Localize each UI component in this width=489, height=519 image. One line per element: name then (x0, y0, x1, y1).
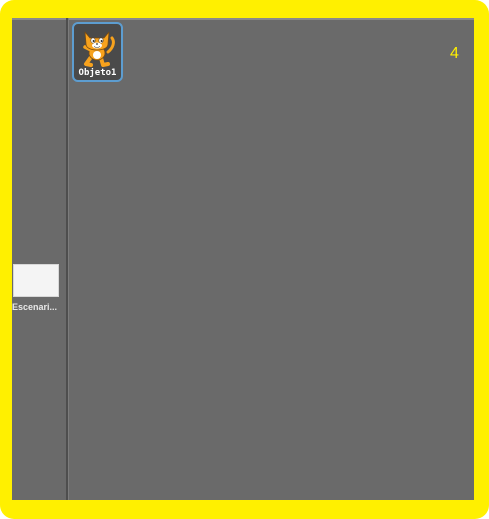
stage-thumbnail[interactable] (13, 264, 59, 297)
pane-divider (66, 18, 68, 500)
highlight-frame: Escenari... Objeto1 4 (0, 0, 489, 519)
sprite-pane: Escenari... Objeto1 4 (12, 18, 474, 500)
stage-column: Escenari... (12, 18, 66, 500)
sprite-tile-objeto1[interactable]: Objeto1 (72, 22, 123, 82)
stage-label: Escenari... (12, 302, 58, 312)
step-number: 4 (450, 45, 459, 62)
pane-top-border (12, 18, 474, 20)
scratch-cat-icon (83, 31, 115, 67)
sprite-label: Objeto1 (78, 68, 117, 78)
